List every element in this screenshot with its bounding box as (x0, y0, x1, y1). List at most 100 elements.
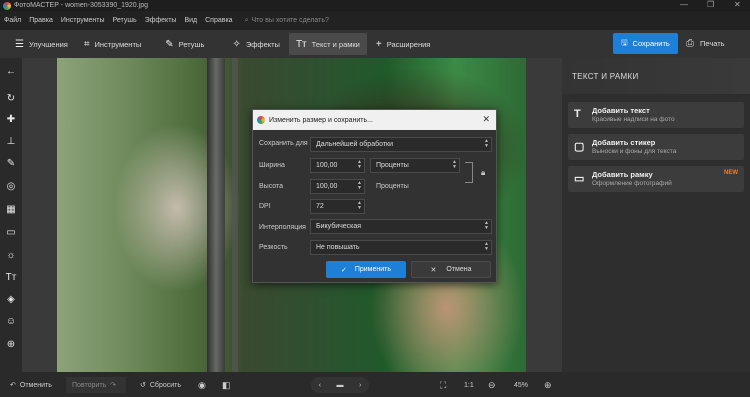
menu-view[interactable]: Вид (184, 17, 197, 24)
gradient-icon[interactable]: ▦ (4, 202, 18, 216)
save-for-select[interactable]: Дальнейшей обработки ▲ ▼ (310, 137, 492, 152)
rotate-icon[interactable]: ↻ (4, 91, 18, 105)
reset-label: Сбросить (149, 381, 181, 389)
interpolation-select[interactable]: Бикубическая ▲ ▼ (310, 219, 492, 234)
dpi-input[interactable]: 72 ▲ ▼ (310, 199, 365, 214)
tab-extensions[interactable]: + Расширения (369, 33, 437, 55)
folder-icon[interactable]: ▬ (337, 382, 344, 389)
vignette-icon[interactable]: ▭ (4, 225, 18, 239)
reset-button[interactable]: ↺ Сбросить (140, 377, 181, 393)
sharpness-select[interactable]: Не повышать ▲ ▼ (310, 240, 492, 255)
magic-wand-icon: ✧ (232, 38, 241, 50)
panel-title: ТЕКСТ И РАМКИ (572, 72, 639, 81)
add-sticker-card[interactable]: ▢ Добавить стикер Выноски и фоны для тек… (568, 134, 744, 160)
tab-text-frames[interactable]: Tт Текст и рамки (288, 33, 367, 55)
unit-value: Проценты (376, 162, 409, 169)
cancel-button[interactable]: ✕ Отмена (411, 261, 491, 278)
spinner-icon[interactable]: ▲ ▼ (357, 181, 362, 191)
interpolation-value: Бикубическая (316, 223, 362, 230)
spinner-icon[interactable]: ▲ ▼ (357, 201, 362, 211)
tab-retouch[interactable]: ✎ Ретушь (158, 33, 211, 55)
save-disk-icon: 🖫 (621, 38, 628, 47)
sliders-icon: ☰ (15, 38, 24, 50)
maximize-button[interactable]: ❐ (707, 0, 714, 9)
close-icon[interactable]: ✕ (482, 114, 490, 125)
crosshair-icon[interactable]: ⊕ (4, 337, 18, 351)
dialog-title: Изменить размер и сохранить... (269, 116, 373, 124)
menu-file[interactable]: Файл (4, 17, 21, 24)
save-button[interactable]: 🖫 Сохранить (613, 33, 678, 54)
height-value: 100,00 (316, 183, 338, 190)
menu-retouch[interactable]: Ретушь (113, 17, 137, 24)
print-button[interactable]: ⎙ Печать (682, 33, 729, 54)
check-icon: ✓ (340, 266, 347, 274)
compare-icon[interactable]: ◧ (222, 377, 231, 393)
card-subtitle: Красивые надписи на фото (592, 116, 675, 123)
redo-button[interactable]: Повторить ↷ (66, 377, 126, 393)
save-for-label: Сохранить для (259, 140, 308, 147)
dpi-label: DPI (259, 203, 271, 210)
tab-label: Инструменты (94, 39, 142, 49)
menu-edit[interactable]: Правка (29, 17, 53, 24)
chevron-right-icon[interactable]: › (359, 382, 361, 389)
tab-effects[interactable]: ✧ Эффекты (225, 33, 287, 55)
card-subtitle: Выноски и фоны для текста (592, 148, 677, 155)
tab-enhancements[interactable]: ☰ Улучшения (8, 33, 75, 55)
card-title: Добавить стикер (592, 138, 656, 147)
tab-label: Расширения (386, 39, 431, 49)
fill-icon[interactable]: ◈ (4, 292, 18, 306)
app-logo-icon (3, 1, 11, 10)
add-text-card[interactable]: T Добавить текст Красивые надписи на фот… (568, 102, 744, 128)
height-label: Высота (259, 183, 284, 190)
redo-label: Повторить (72, 381, 107, 389)
zoom-out-icon[interactable]: ⊖ (488, 377, 496, 393)
add-frame-card[interactable]: ▭ Добавить рамку Оформление фотографий N… (568, 166, 744, 192)
search-input[interactable]: Что вы хотите сделать? (252, 17, 329, 24)
height-unit-text: Проценты (376, 183, 409, 190)
undo-label: Отменить (19, 381, 52, 389)
height-input[interactable]: 100,00 ▲ ▼ (310, 179, 365, 194)
stamp-icon[interactable]: ⊥ (4, 134, 18, 148)
back-arrow-icon[interactable]: ← (4, 64, 18, 78)
chevron-updown-icon: ▲ ▼ (484, 220, 489, 231)
title-bar: ФотоМАСТЕР - women-3053390_1920.jpg — ❐ … (0, 0, 750, 11)
preview-eye-icon[interactable]: ◉ (198, 377, 206, 393)
sharpness-value: Не повышать (316, 244, 360, 251)
zoom-one-to-one[interactable]: 1:1 (464, 377, 474, 393)
zoom-in-icon[interactable]: ⊕ (544, 377, 552, 393)
width-input[interactable]: 100,00 ▲ ▼ (310, 158, 365, 173)
frame-icon: ▭ (574, 173, 585, 185)
card-subtitle: Оформление фотографий (592, 180, 672, 187)
menu-tools[interactable]: Инструменты (61, 17, 105, 24)
light-icon[interactable]: ☼ (4, 248, 18, 262)
link-bracket (465, 162, 473, 183)
chevron-left-icon[interactable]: ‹ (319, 382, 321, 389)
lock-icon[interactable]: 🔒︎ (481, 168, 485, 178)
crop-icon: ⌗ (83, 38, 90, 50)
search-box[interactable]: ⌕ Что вы хотите сделать? (245, 17, 329, 25)
spinner-icon[interactable]: ▲ ▼ (357, 160, 362, 170)
radial-filter-icon[interactable]: ◎ (4, 179, 18, 193)
undo-button[interactable]: ↶ Отменить (10, 377, 52, 393)
plus-icon: + (375, 38, 382, 50)
unit-select[interactable]: Проценты ▲ ▼ (370, 158, 460, 173)
text-tool-icon[interactable]: Tт (4, 270, 18, 284)
print-label: Печать (700, 39, 725, 48)
right-panel: ТЕКСТ И РАМКИ T Добавить текст Красивые … (562, 58, 750, 372)
save-label: Сохранить (632, 39, 670, 48)
fit-screen-icon[interactable]: ⛶ (440, 377, 446, 393)
apply-button[interactable]: ✓ Применить (326, 261, 406, 278)
menu-help[interactable]: Справка (205, 17, 232, 24)
save-for-value: Дальнейшей обработки (316, 141, 394, 148)
face-icon[interactable]: ☺ (4, 314, 18, 328)
patch-icon[interactable]: ✚ (4, 112, 18, 126)
zoom-level: 45% (514, 381, 529, 389)
chevron-updown-icon: ▲ ▼ (452, 159, 457, 170)
reset-icon: ↺ (140, 382, 146, 389)
redo-icon: ↷ (110, 382, 117, 389)
menu-effects[interactable]: Эффекты (145, 17, 177, 24)
close-window-button[interactable]: ✕ (734, 0, 741, 9)
minimize-button[interactable]: — (680, 0, 688, 9)
tab-tools[interactable]: ⌗ Инструменты (77, 33, 148, 55)
brush-tool-icon[interactable]: ✎ (4, 156, 18, 170)
